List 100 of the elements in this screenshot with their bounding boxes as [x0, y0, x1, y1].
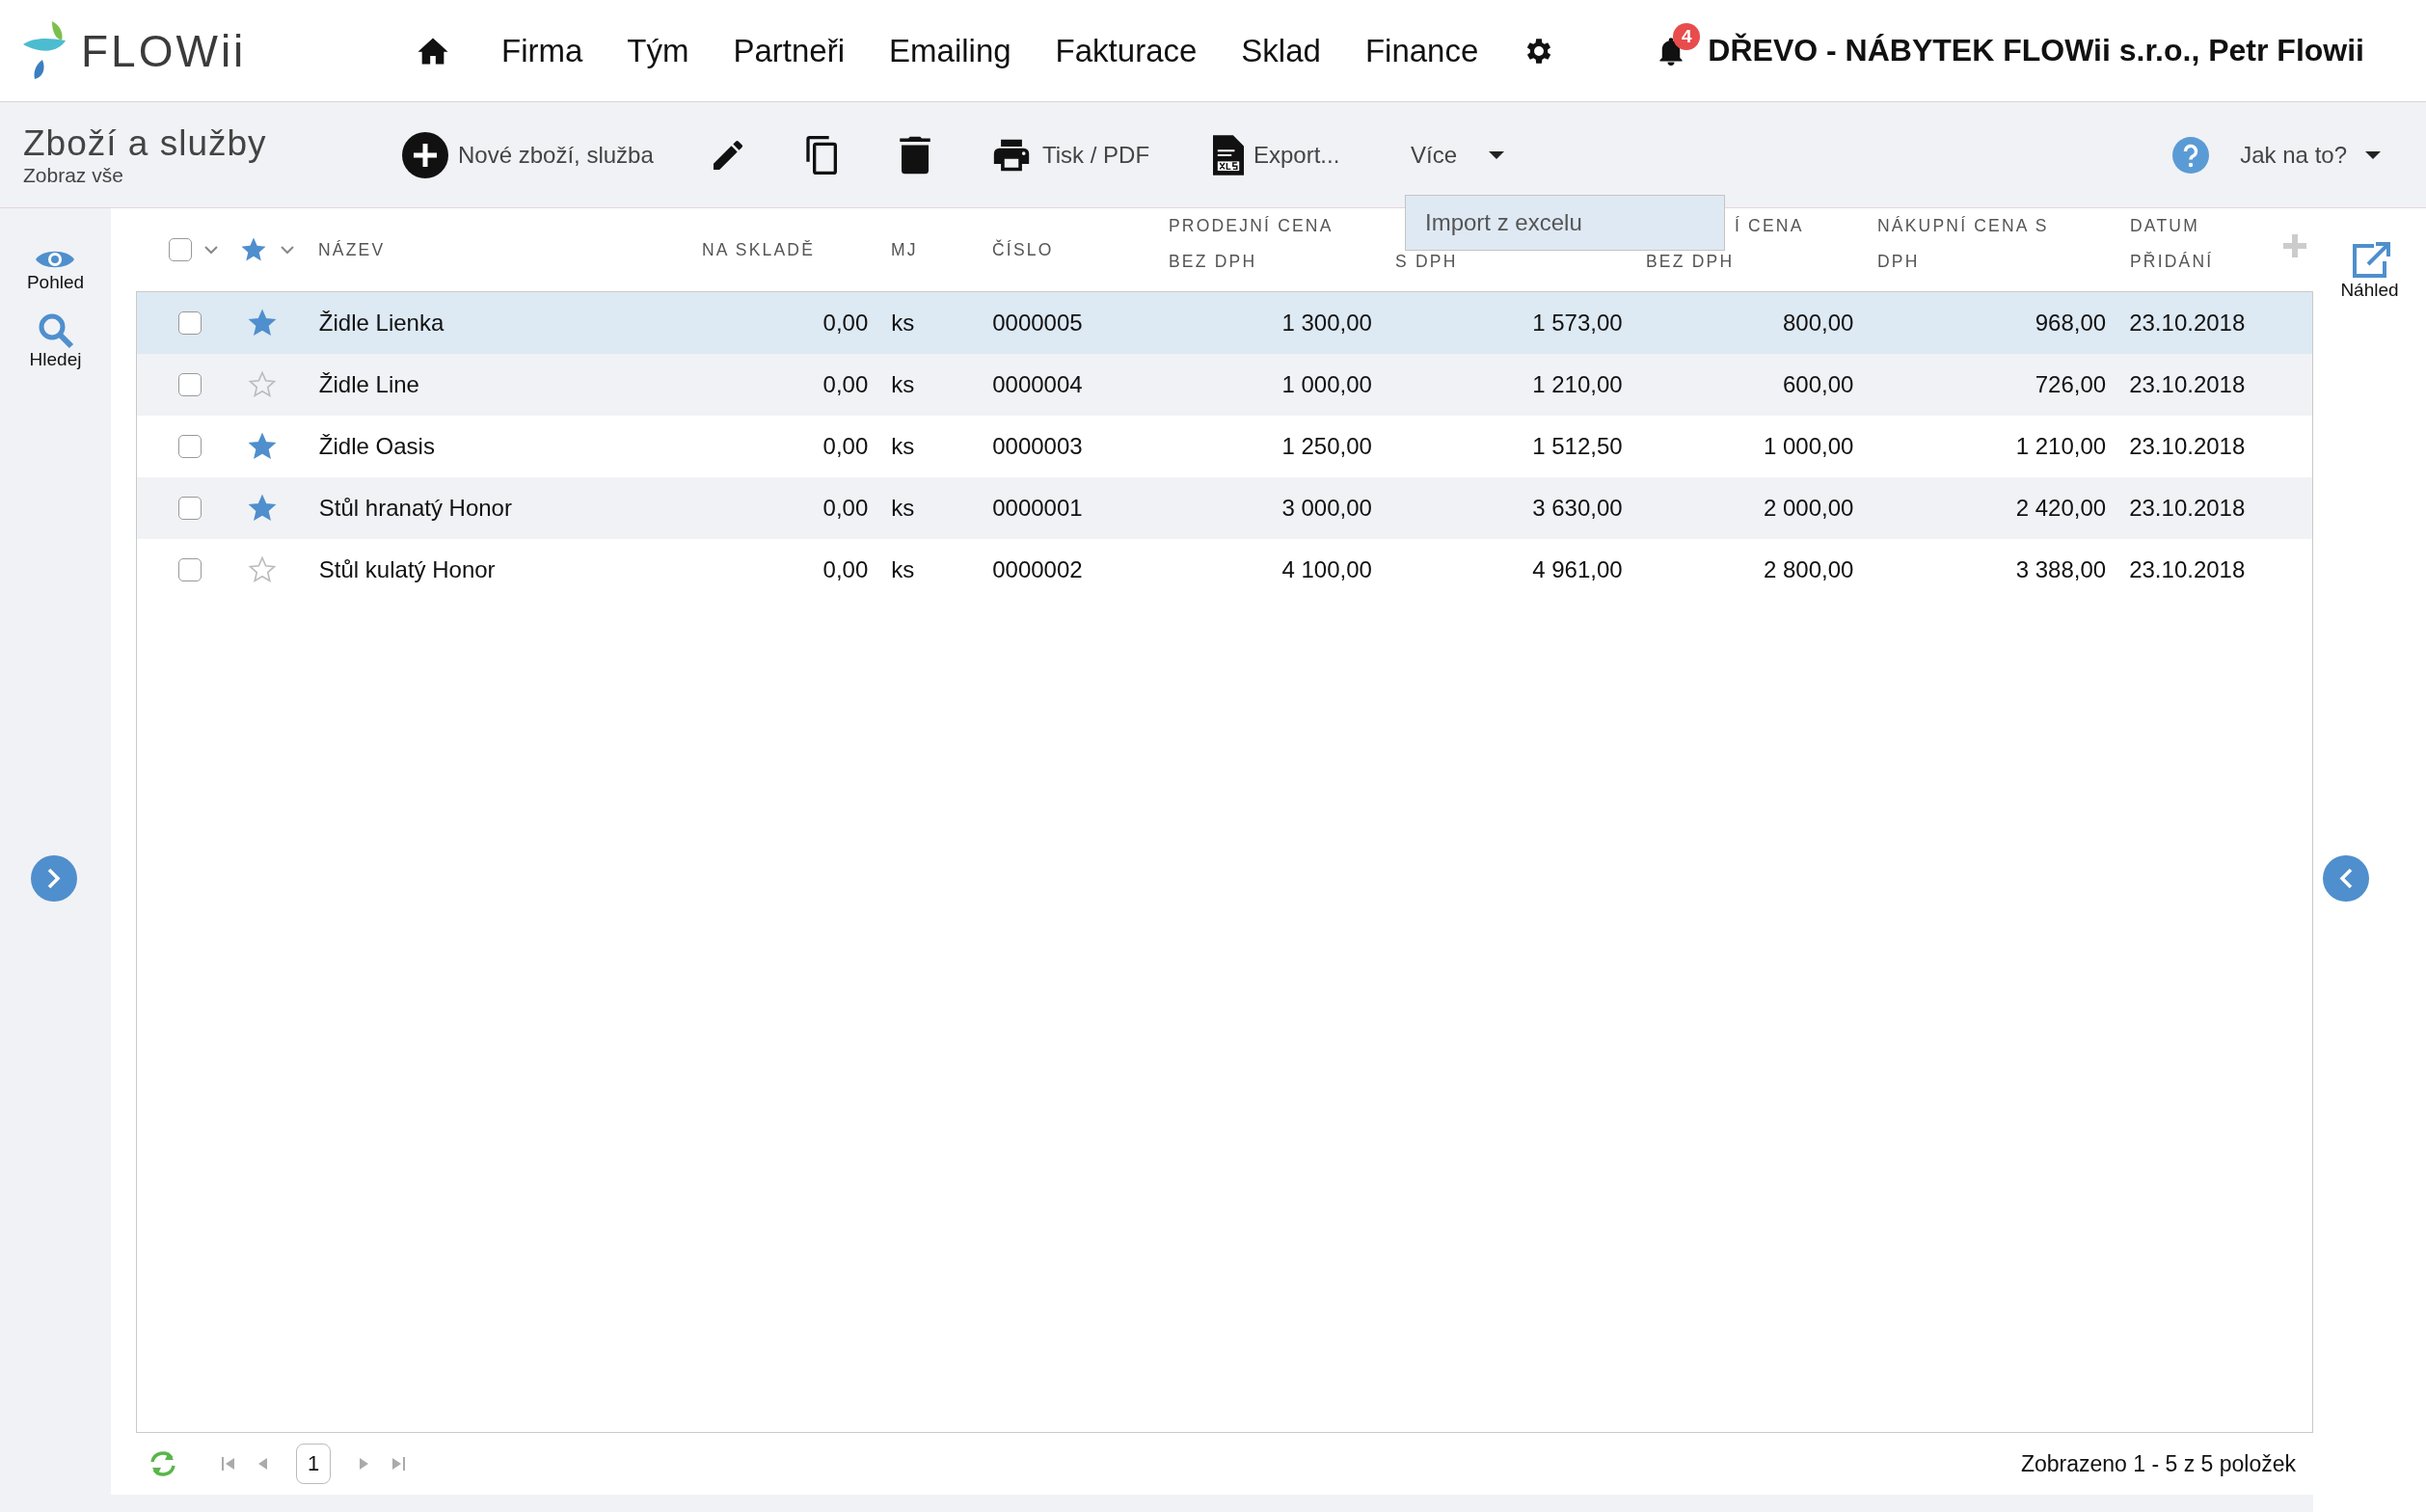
column-header[interactable]: NÁKUPNÍ CENA S [1877, 216, 2118, 236]
table-cell: 726,00 [2035, 371, 2107, 397]
sidebar-button[interactable]: Hledej [29, 312, 82, 370]
sidebar-button[interactable]: Pohled [26, 247, 85, 293]
nav-link[interactable]: Emailing [889, 32, 1011, 69]
refresh-icon[interactable] [148, 1450, 178, 1477]
table-cell: 2 800,00 [1764, 556, 1854, 582]
search-icon [37, 312, 74, 349]
table-cell: ks [891, 495, 915, 521]
table-cell: 0000003 [992, 433, 1083, 459]
menu-item[interactable]: Import z excelu [1406, 196, 1724, 250]
table-cell: 1 250,00 [1281, 433, 1372, 459]
table-cell: 23.10.2018 [2129, 495, 2246, 521]
table-cell: 23.10.2018 [2129, 310, 2246, 336]
table-row[interactable]: Židle Line 0,00 ks 0000004 1 000,00 1 210,00 600,00 726,00 23.10.2018 [137, 354, 2312, 416]
nav-link[interactable]: Fakturace [1055, 32, 1198, 69]
table-cell: ks [891, 371, 915, 397]
table-cell: 968,00 [2035, 310, 2107, 336]
table-cell: 0,00 [822, 371, 869, 397]
table-row[interactable]: Židle Lienka 0,00 ks 0000005 1 300,00 1 573,00 800,00 968,00 23.10.2018 [137, 292, 2312, 354]
table-cell: ks [891, 433, 915, 459]
column-header[interactable]: NA SKLADĚ [702, 239, 879, 260]
table-cell: 23.10.2018 [2129, 556, 2246, 582]
nav-link[interactable]: Firma [501, 32, 583, 69]
table-cell: 23.10.2018 [2129, 433, 2246, 459]
chevron-down-icon[interactable] [203, 245, 219, 255]
column-header[interactable]: PRODEJNÍ CENA [1169, 216, 1384, 236]
table-cell: Stůl kulatý Honor [318, 556, 496, 582]
page-subtitle: Zobraz vše [23, 163, 124, 187]
table-cell: 0000004 [992, 371, 1083, 397]
table-cell: 0,00 [822, 556, 869, 582]
nav-link[interactable]: Sklad [1241, 32, 1321, 69]
column-header[interactable]: Í CENA [1735, 216, 1866, 236]
table-cell: 1 000,00 [1764, 433, 1854, 459]
spreadsheet-file-icon [1213, 134, 1244, 176]
table-cell: 0,00 [822, 495, 869, 521]
nav-link[interactable]: Tým [627, 32, 689, 69]
favorite-star-icon[interactable] [247, 555, 277, 584]
table-cell: 0,00 [822, 310, 869, 336]
table-row[interactable]: Stůl hranatý Honor 0,00 ks 0000001 3 000,00 3 630,00 2 000,00 2 420,00 23.10.2018 [137, 477, 2312, 539]
caret-icon [1488, 149, 1506, 160]
table-cell: ks [891, 556, 915, 582]
nav-link[interactable]: Finance [1364, 32, 1479, 69]
row-checkbox[interactable] [178, 435, 202, 458]
preview-button[interactable]: Náhled [2340, 241, 2399, 301]
row-checkbox[interactable] [178, 311, 202, 335]
column-header[interactable]: ČÍSLO [992, 239, 1157, 260]
nav-link[interactable]: Partneři [733, 32, 846, 69]
logo-icon [23, 20, 67, 81]
favorite-star-icon[interactable] [247, 370, 277, 399]
row-checkbox[interactable] [178, 497, 202, 520]
column-header[interactable]: BEZ DPH [1646, 252, 1866, 272]
trash-icon [898, 134, 932, 176]
export-button[interactable]: Export... [1213, 134, 1411, 176]
column-header[interactable]: NÁZEV [318, 239, 690, 260]
column-header[interactable]: MJ [891, 239, 981, 260]
caret-icon [2364, 149, 2382, 160]
page-number[interactable]: 1 [296, 1444, 331, 1484]
help-dropdown[interactable]: Jak na to? [2240, 141, 2382, 169]
table-cell: 3 630,00 [1532, 495, 1623, 521]
table-cell: 2 000,00 [1764, 495, 1854, 521]
row-checkbox[interactable] [178, 373, 202, 396]
add-icon [402, 131, 448, 178]
select-all-checkbox[interactable] [169, 238, 192, 261]
table-cell: Židle Oasis [318, 433, 435, 459]
chevron-left-icon [2338, 868, 2354, 889]
favorite-star-icon[interactable] [247, 494, 277, 523]
favorite-star-icon[interactable] [247, 309, 277, 338]
table-cell: 1 512,50 [1532, 433, 1623, 459]
table-cell: 23.10.2018 [2129, 371, 2246, 397]
collapse-button[interactable] [2323, 855, 2369, 902]
table-cell: 1 300,00 [1281, 310, 1372, 336]
column-header[interactable]: PŘIDÁNÍ [2130, 252, 2313, 272]
table-cell: Stůl hranatý Honor [318, 495, 512, 521]
table-cell: 1 000,00 [1281, 371, 1372, 397]
row-checkbox[interactable] [178, 558, 202, 581]
chevron-down-icon[interactable] [280, 245, 295, 255]
column-header[interactable]: DPH [1877, 252, 2118, 272]
column-header[interactable]: S DPH [1395, 252, 1634, 272]
add-column-icon[interactable] [2280, 231, 2309, 260]
expand-button[interactable] [31, 855, 77, 902]
table-cell: 800,00 [1783, 310, 1854, 336]
home-icon[interactable] [417, 36, 449, 66]
chevron-right-icon [46, 868, 62, 889]
table-row[interactable]: Židle Oasis 0,00 ks 0000003 1 250,00 1 512,50 1 000,00 1 210,00 23.10.2018 [137, 416, 2312, 477]
account-name[interactable]: DŘEVO - NÁBYTEK FLOWii s.r.o., Petr Flowii [1708, 33, 2364, 68]
notification-badge: 4 [1673, 22, 1701, 50]
page-title: Zboží a služby [23, 122, 268, 164]
table-row[interactable]: Stůl kulatý Honor 0,00 ks 0000002 4 100,00 4 961,00 2 800,00 3 388,00 23.10.2018 [137, 539, 2312, 601]
help-icon[interactable] [2172, 136, 2210, 174]
new-item-button[interactable]: Nové zboží, služba [402, 131, 709, 178]
table-cell: 1 210,00 [1532, 371, 1623, 397]
print-button[interactable]: Tisk / PDF [990, 135, 1213, 175]
favorite-star-icon[interactable] [247, 432, 277, 461]
more-button[interactable]: Více [1411, 141, 1506, 169]
table-cell: 600,00 [1783, 371, 1854, 397]
column-header[interactable]: DATUM [2130, 216, 2313, 236]
table-cell: ks [891, 310, 915, 336]
column-header[interactable]: BEZ DPH [1169, 252, 1384, 272]
table-cell: 3 000,00 [1281, 495, 1372, 521]
